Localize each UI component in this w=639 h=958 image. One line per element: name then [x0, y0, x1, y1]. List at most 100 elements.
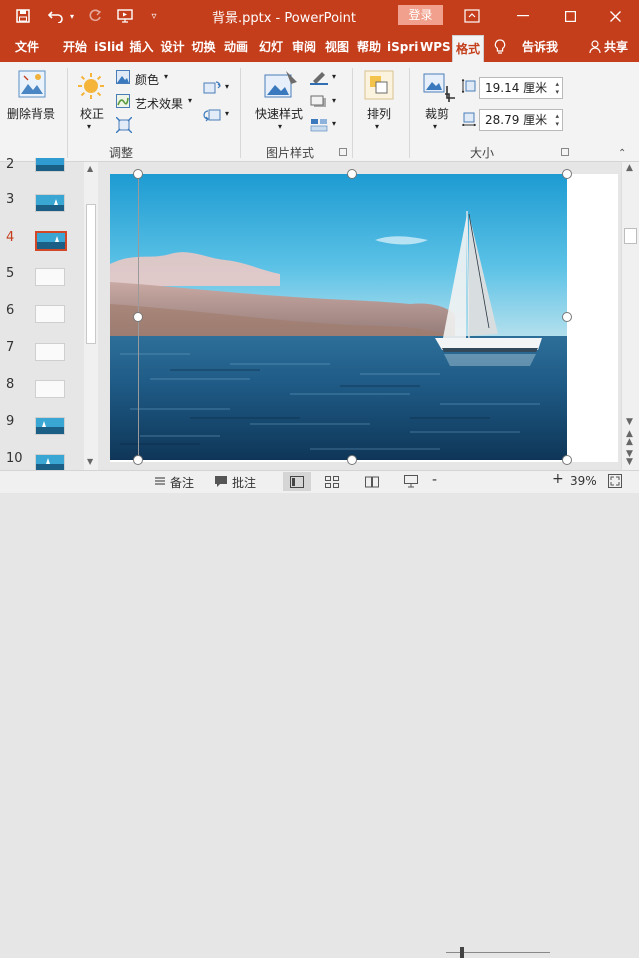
- lightbulb-icon[interactable]: [492, 32, 508, 62]
- shape-height-input[interactable]: 19.14 厘米 ▴ ▾: [479, 77, 563, 99]
- resize-handle-top-left[interactable]: [133, 169, 143, 179]
- crop-label[interactable]: 裁剪: [425, 105, 449, 122]
- editor-scroll-thumb[interactable]: [624, 228, 637, 244]
- slide-sorter-icon[interactable]: [325, 476, 339, 491]
- resize-handle-bottom-left[interactable]: [133, 455, 143, 465]
- tab-design[interactable]: 设计: [159, 32, 186, 62]
- scroll-down-icon[interactable]: ▼: [626, 417, 633, 427]
- reading-view-icon[interactable]: [365, 476, 379, 491]
- slide-thumbnail-2[interactable]: [35, 158, 65, 172]
- scroll-down-icon[interactable]: ▼: [87, 457, 93, 466]
- arrange-label[interactable]: 排列: [367, 105, 391, 122]
- resize-handle-middle-left[interactable]: [133, 312, 143, 322]
- slide-thumbnail-4[interactable]: [35, 231, 67, 251]
- notes-icon[interactable]: [154, 475, 166, 490]
- tab-wps[interactable]: WPS: [420, 32, 451, 62]
- color-icon[interactable]: [116, 70, 130, 84]
- slide-thumbnail-3[interactable]: [35, 194, 65, 212]
- zoom-level[interactable]: 39%: [570, 474, 597, 488]
- tab-islide[interactable]: iSlid: [92, 32, 126, 62]
- resize-handle-bottom-right[interactable]: [562, 455, 572, 465]
- redo-icon[interactable]: [85, 0, 105, 32]
- tab-review[interactable]: 审阅: [290, 32, 318, 62]
- slide-thumbnail-8[interactable]: [35, 380, 65, 398]
- height-spinner[interactable]: ▴ ▾: [555, 80, 559, 96]
- corrections-dropdown-icon[interactable]: ▾: [87, 122, 91, 131]
- normal-view-button[interactable]: [283, 472, 311, 491]
- crop-dropdown-icon[interactable]: ▾: [433, 122, 437, 131]
- reset-picture-dropdown-icon[interactable]: ▾: [225, 109, 229, 118]
- tab-file[interactable]: 文件: [10, 32, 44, 62]
- thumbnail-scroll-thumb[interactable]: [86, 204, 96, 344]
- picture-border-icon[interactable]: [310, 71, 328, 85]
- tell-me-search[interactable]: 告诉我: [518, 32, 562, 62]
- minimize-icon[interactable]: [508, 0, 538, 32]
- resize-handle-top-center[interactable]: [347, 169, 357, 179]
- picture-effects-icon[interactable]: [310, 95, 328, 109]
- present-from-start-icon[interactable]: [114, 0, 136, 32]
- scroll-up-icon[interactable]: ▲: [626, 163, 633, 173]
- comments-icon[interactable]: [214, 475, 228, 491]
- login-button[interactable]: 登录: [398, 5, 443, 25]
- color-label[interactable]: 颜色: [135, 71, 159, 88]
- share-person-icon[interactable]: [588, 32, 602, 62]
- tab-help[interactable]: 帮助: [355, 32, 383, 62]
- artistic-effects-icon[interactable]: [116, 94, 130, 108]
- compress-pictures-icon[interactable]: [115, 116, 133, 134]
- sailboat-photo[interactable]: [110, 174, 567, 460]
- tab-animations[interactable]: 动画: [222, 32, 250, 62]
- corrections-sun-icon[interactable]: [77, 72, 105, 100]
- slideshow-view-icon[interactable]: [404, 475, 418, 491]
- slide-thumbnail-9[interactable]: [35, 417, 65, 435]
- arrange-icon[interactable]: [364, 70, 394, 100]
- resize-handle-bottom-center[interactable]: [347, 455, 357, 465]
- remove-background-icon[interactable]: [18, 70, 46, 100]
- color-dropdown-icon[interactable]: ▾: [164, 72, 168, 81]
- thumbnail-scrollbar[interactable]: ▲ ▼: [84, 162, 98, 470]
- corrections-label[interactable]: 校正: [80, 105, 104, 122]
- slide-thumbnail-6[interactable]: [35, 305, 65, 323]
- slide-thumbnail-10[interactable]: [35, 454, 65, 470]
- ribbon-display-options-icon[interactable]: [457, 0, 487, 32]
- shape-width-input[interactable]: 28.79 厘米 ▴ ▾: [479, 109, 563, 131]
- picture-layout-dropdown-icon[interactable]: ▾: [332, 119, 336, 128]
- artistic-effects-dropdown-icon[interactable]: ▾: [188, 96, 192, 105]
- scroll-up-icon[interactable]: ▲: [87, 164, 93, 173]
- reset-picture-icon[interactable]: [203, 107, 221, 123]
- next-slide-icon[interactable]: ▼ ▼: [626, 450, 633, 467]
- crop-icon[interactable]: [422, 72, 456, 102]
- picture-effects-dropdown-icon[interactable]: ▾: [332, 96, 336, 105]
- picture-layout-icon[interactable]: [310, 118, 328, 132]
- arrange-dropdown-icon[interactable]: ▾: [375, 122, 379, 131]
- tab-transitions[interactable]: 切换: [190, 32, 217, 62]
- slide-canvas[interactable]: [110, 169, 618, 465]
- previous-slide-icon[interactable]: ▲ ▲: [626, 430, 633, 447]
- editor-vertical-scrollbar[interactable]: ▲ ▼ ▲ ▲ ▼ ▼: [621, 162, 639, 470]
- share-button[interactable]: 共享: [604, 32, 639, 62]
- save-icon[interactable]: [12, 0, 34, 32]
- width-spinner[interactable]: ▴ ▾: [555, 112, 559, 128]
- artistic-effects-label[interactable]: 艺术效果: [135, 95, 183, 112]
- quick-styles-icon[interactable]: [264, 70, 298, 100]
- tab-slideshow[interactable]: 幻灯: [256, 32, 286, 62]
- tab-insert[interactable]: 插入: [128, 32, 155, 62]
- resize-handle-top-right[interactable]: [562, 169, 572, 179]
- collapse-ribbon-icon[interactable]: ⌃: [618, 148, 626, 159]
- resize-handle-middle-right[interactable]: [562, 312, 572, 322]
- quick-styles-dropdown-icon[interactable]: ▾: [278, 122, 282, 131]
- slide-thumbnail-7[interactable]: [35, 343, 65, 361]
- tab-ispring[interactable]: iSpri: [387, 32, 418, 62]
- tab-view[interactable]: 视图: [323, 32, 351, 62]
- notes-button[interactable]: 备注: [170, 474, 194, 491]
- quick-styles-label[interactable]: 快速样式: [255, 105, 303, 122]
- slide-thumbnail-5[interactable]: [35, 268, 65, 286]
- zoom-in-button[interactable]: +: [552, 471, 564, 487]
- close-icon[interactable]: [600, 0, 630, 32]
- remove-background-label[interactable]: 删除背景: [7, 105, 55, 122]
- fit-slide-icon[interactable]: [608, 474, 622, 491]
- customize-qat-icon[interactable]: ▿: [145, 0, 163, 32]
- change-picture-dropdown-icon[interactable]: ▾: [225, 82, 229, 91]
- tab-home[interactable]: 开始: [60, 32, 90, 62]
- comments-button[interactable]: 批注: [232, 474, 256, 491]
- zoom-slider-thumb[interactable]: [460, 947, 464, 958]
